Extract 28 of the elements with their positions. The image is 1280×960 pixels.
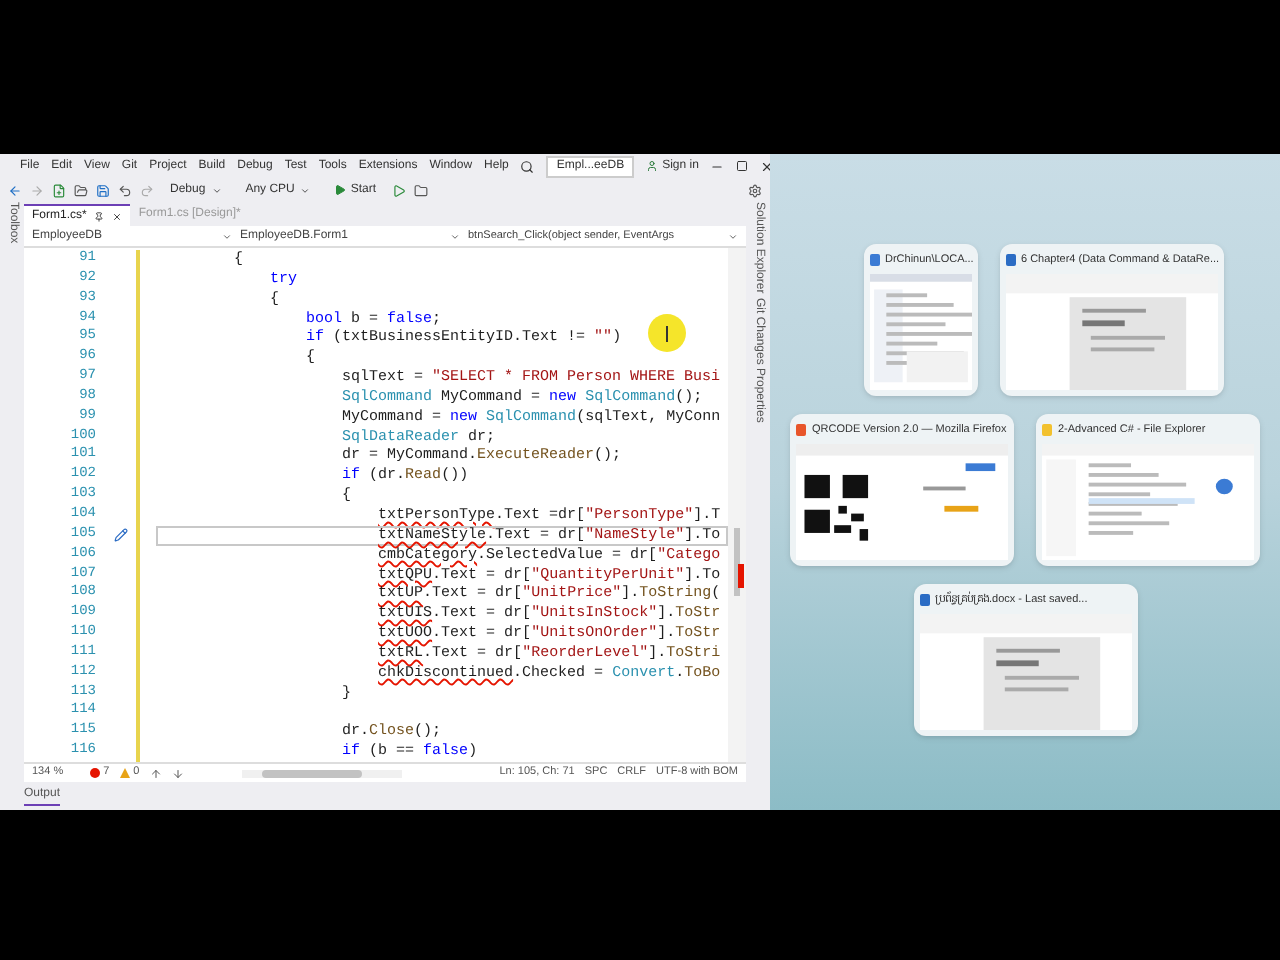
run-without-debugging-icon[interactable] <box>392 183 407 197</box>
pin-icon[interactable] <box>94 211 105 221</box>
search-icon[interactable] <box>520 159 535 173</box>
play-icon <box>334 184 347 196</box>
horizontal-scrollbar[interactable] <box>241 769 402 777</box>
quick-actions-icon[interactable] <box>114 528 128 543</box>
caret-icon <box>300 185 311 195</box>
folder-icon[interactable] <box>414 183 429 197</box>
save-icon[interactable] <box>96 183 110 197</box>
open-folder-icon[interactable] <box>74 183 88 197</box>
cursor-highlight-icon <box>648 314 686 352</box>
back-icon[interactable] <box>8 183 22 197</box>
previous-icon[interactable] <box>149 767 162 779</box>
error-marker <box>738 564 744 588</box>
undo-icon[interactable] <box>118 183 132 197</box>
person-icon <box>646 160 659 172</box>
caret-icon <box>728 231 738 241</box>
next-icon[interactable] <box>171 767 184 779</box>
new-file-icon[interactable] <box>52 183 66 197</box>
warning-icon <box>119 768 130 778</box>
maximize-icon[interactable] <box>736 160 749 172</box>
caret-icon <box>450 231 460 241</box>
window-preview <box>869 274 971 390</box>
vertical-scrollbar[interactable] <box>728 248 746 762</box>
error-icon <box>89 768 100 778</box>
settings-icon[interactable] <box>748 183 762 197</box>
caret-icon <box>211 185 222 195</box>
caret-icon <box>222 231 232 241</box>
